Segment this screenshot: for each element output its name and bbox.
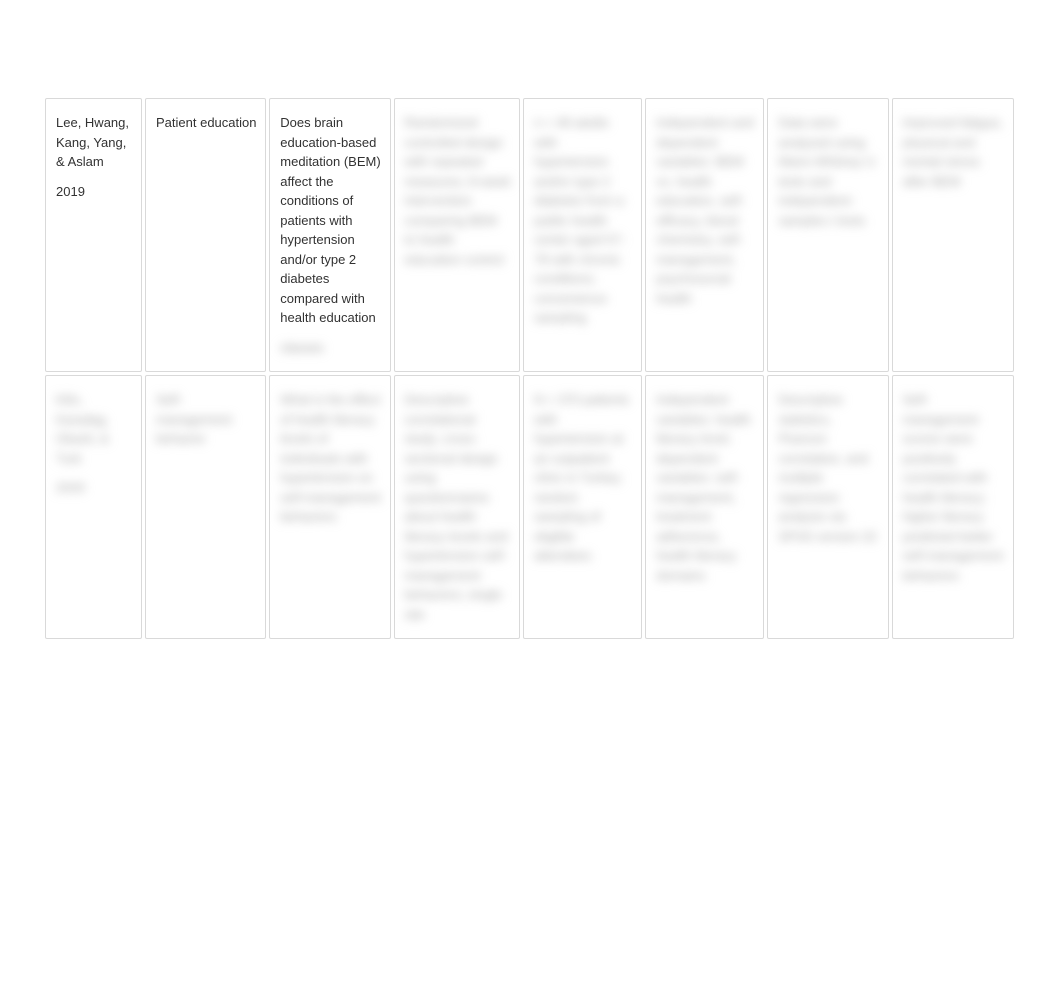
cell-question: What is the effect of health literacy le… (269, 375, 390, 639)
question-text: What is the effect of health literacy le… (280, 390, 381, 527)
cell-sample: N = 370 patients with hypertension at an… (523, 375, 642, 639)
variables-text: Independent and dependent variables: BEM… (656, 113, 755, 308)
cell-variables: Independent variables: health literacy l… (645, 375, 764, 639)
design-text: Descriptive correlational study; cross-s… (405, 390, 512, 624)
cell-variables: Independent and dependent variables: BEM… (645, 98, 764, 372)
cell-sample: n = 48 adults with hypertension and/or t… (523, 98, 642, 372)
table-row: Lee, Hwang, Kang, Yang, & Aslam 2019 Pat… (45, 98, 1014, 372)
sample-text: N = 370 patients with hypertension at an… (534, 390, 633, 566)
variables-text: Independent variables: health literacy l… (656, 390, 755, 585)
cell-analysis: Descriptive statistics, Pearson correlat… (767, 375, 888, 639)
cell-authors-year: Kilic, Karadag, Okanli, & Turk 2020 (45, 375, 142, 639)
cell-topic: Patient education (145, 98, 266, 372)
year-text: 2019 (56, 182, 133, 202)
question-text: Does brain education-based meditation (B… (280, 113, 381, 328)
evidence-table: Lee, Hwang, Kang, Yang, & Aslam 2019 Pat… (42, 95, 1017, 642)
findings-text: Self-management scores were positively c… (903, 390, 1005, 585)
cell-analysis: Data were analyzed using Mann-Whitney U … (767, 98, 888, 372)
authors-text: Lee, Hwang, Kang, Yang, & Aslam (56, 113, 133, 172)
topic-text: Patient education (156, 113, 257, 133)
sample-text: n = 48 adults with hypertension and/or t… (534, 113, 633, 328)
question-blur-text: classes (280, 338, 381, 358)
literature-matrix: Lee, Hwang, Kang, Yang, & Aslam 2019 Pat… (42, 95, 1017, 642)
cell-design: Randomized controlled design with repeat… (394, 98, 521, 372)
table-row: Kilic, Karadag, Okanli, & Turk 2020 Self… (45, 375, 1014, 639)
cell-findings: Improved fatigue, physical and mental st… (892, 98, 1014, 372)
cell-topic: Self-management behavior (145, 375, 266, 639)
analysis-text: Data were analyzed using Mann-Whitney U … (778, 113, 879, 230)
cell-question: Does brain education-based meditation (B… (269, 98, 390, 372)
cell-design: Descriptive correlational study; cross-s… (394, 375, 521, 639)
findings-text: Improved fatigue, physical and mental st… (903, 113, 1005, 191)
design-text: Randomized controlled design with repeat… (405, 113, 512, 269)
authors-text: Kilic, Karadag, Okanli, & Turk (56, 390, 133, 468)
year-text: 2020 (56, 478, 133, 498)
topic-text: Self-management behavior (156, 390, 257, 449)
cell-authors-year: Lee, Hwang, Kang, Yang, & Aslam 2019 (45, 98, 142, 372)
analysis-text: Descriptive statistics, Pearson correlat… (778, 390, 879, 546)
cell-findings: Self-management scores were positively c… (892, 375, 1014, 639)
